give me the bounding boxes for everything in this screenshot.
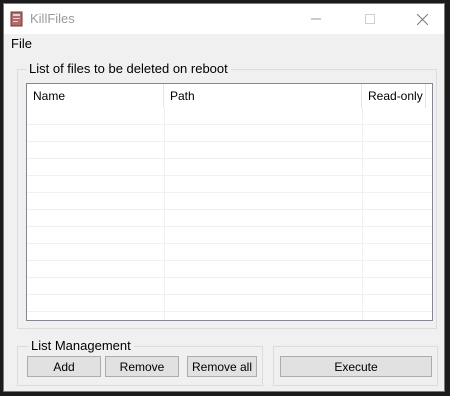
maximize-button[interactable]: [348, 4, 392, 34]
execute-group: Execute: [273, 346, 438, 386]
files-list[interactable]: Name Path Read-only: [26, 83, 433, 321]
column-header-name[interactable]: Name: [27, 84, 164, 108]
empty-row: [27, 244, 432, 261]
column-header-path[interactable]: Path: [164, 84, 362, 108]
management-group: List Management Add Remove Remove all: [17, 338, 263, 386]
files-group-label: List of files to be deleted on reboot: [26, 61, 231, 76]
killfiles-window: KillFiles File List of files to be delet…: [3, 3, 445, 392]
menu-file[interactable]: File: [11, 36, 32, 51]
maximize-icon: [365, 14, 375, 24]
column-gridline: [362, 108, 363, 320]
menu-bar: File: [4, 34, 444, 54]
column-gridline: [164, 108, 165, 320]
close-icon: [416, 13, 428, 25]
window-title: KillFiles: [30, 11, 75, 26]
title-bar[interactable]: KillFiles: [4, 4, 444, 34]
minimize-button[interactable]: [294, 4, 338, 34]
empty-row: [27, 125, 432, 142]
remove-all-button[interactable]: Remove all: [187, 356, 257, 377]
empty-row: [27, 227, 432, 244]
minimize-icon: [311, 18, 321, 20]
empty-row: [27, 108, 432, 125]
add-button[interactable]: Add: [27, 356, 101, 377]
empty-row: [27, 159, 432, 176]
empty-row: [27, 176, 432, 193]
execute-button[interactable]: Execute: [280, 356, 432, 377]
remove-button[interactable]: Remove: [105, 356, 179, 377]
empty-row: [27, 142, 432, 159]
column-header-read-only[interactable]: Read-only: [362, 84, 426, 108]
empty-row: [27, 295, 432, 312]
empty-row: [27, 210, 432, 227]
empty-row: [27, 193, 432, 210]
files-group: List of files to be deleted on reboot Na…: [17, 61, 437, 329]
close-button[interactable]: [400, 4, 444, 34]
document-icon: [10, 11, 24, 27]
empty-row: [27, 261, 432, 278]
list-header: Name Path Read-only: [27, 84, 432, 108]
list-rows: [27, 108, 432, 320]
management-group-label: List Management: [28, 338, 134, 353]
empty-row: [27, 278, 432, 295]
